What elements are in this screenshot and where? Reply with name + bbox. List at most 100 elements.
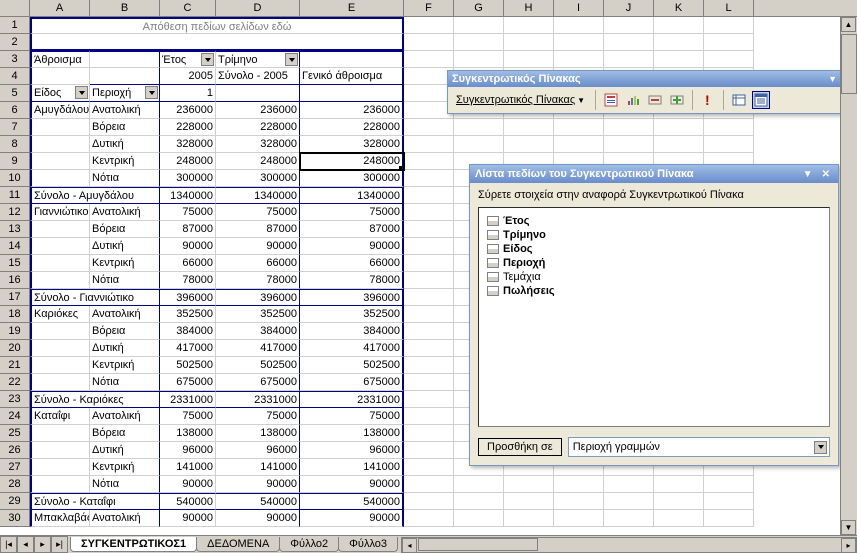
field-list-item[interactable]: Έτος	[483, 214, 825, 228]
include-hidden-icon[interactable]	[730, 91, 748, 109]
kind-cell[interactable]	[30, 476, 90, 493]
pivot-field-list-pane[interactable]: Λίστα πεδίων του Συγκεντρωτικού Πίνακα ▼…	[469, 164, 839, 466]
region-cell[interactable]: Δυτική	[90, 442, 160, 459]
cell[interactable]	[404, 340, 454, 357]
kind-cell[interactable]	[30, 221, 90, 238]
value-cell[interactable]: 90000	[160, 476, 216, 493]
cell[interactable]	[654, 136, 704, 153]
value-cell[interactable]: 75000	[300, 204, 404, 221]
value-cell[interactable]: 352500	[216, 306, 300, 323]
cell[interactable]	[404, 408, 454, 425]
row-header[interactable]: 18	[0, 306, 30, 323]
value-cell[interactable]: 300000	[160, 170, 216, 187]
row-header[interactable]: 25	[0, 425, 30, 442]
kind-cell[interactable]	[30, 238, 90, 255]
chevron-down-icon[interactable]	[75, 86, 88, 99]
value-cell[interactable]: 248000	[216, 153, 300, 170]
pivot-field-button[interactable]: Είδος	[30, 85, 90, 102]
value-cell[interactable]: 675000	[160, 374, 216, 391]
col-header[interactable]: J	[604, 0, 654, 16]
cell[interactable]	[404, 34, 454, 51]
row-header[interactable]: 8	[0, 136, 30, 153]
cell[interactable]	[454, 493, 504, 510]
region-cell[interactable]: Βόρεια	[90, 119, 160, 136]
value-cell[interactable]: 78000	[300, 272, 404, 289]
first-sheet-icon[interactable]: |◂	[0, 536, 17, 553]
cell[interactable]	[654, 51, 704, 68]
subtotal-cell[interactable]: 540000	[300, 493, 404, 510]
scroll-left-icon[interactable]: ◂	[402, 538, 417, 553]
cell[interactable]	[554, 136, 604, 153]
value-cell[interactable]: 90000	[216, 476, 300, 493]
cell[interactable]	[404, 306, 454, 323]
cell[interactable]	[654, 510, 704, 527]
region-cell[interactable]: Ανατολική	[90, 204, 160, 221]
value-cell[interactable]: 328000	[160, 136, 216, 153]
kind-cell[interactable]	[30, 442, 90, 459]
subtotal-cell[interactable]: 396000	[160, 289, 216, 306]
value-cell[interactable]: 96000	[216, 442, 300, 459]
value-cell[interactable]: 228000	[216, 119, 300, 136]
cell[interactable]	[300, 85, 404, 102]
cell[interactable]	[216, 85, 300, 102]
kind-cell[interactable]	[30, 357, 90, 374]
value-cell[interactable]: 228000	[300, 119, 404, 136]
region-cell[interactable]: Δυτική	[90, 340, 160, 357]
col-header[interactable]: K	[654, 0, 704, 16]
cell[interactable]	[654, 493, 704, 510]
row-header[interactable]: 14	[0, 238, 30, 255]
col-header[interactable]: I	[554, 0, 604, 16]
field-list-item[interactable]: Τρίμηνο	[483, 228, 825, 242]
value-cell[interactable]: 502500	[216, 357, 300, 374]
cell[interactable]	[454, 34, 504, 51]
field-list-item[interactable]: Περιοχή	[483, 256, 825, 270]
kind-cell[interactable]	[30, 136, 90, 153]
row-header[interactable]: 23	[0, 391, 30, 408]
kind-cell[interactable]: Μπακλαβάς	[30, 510, 90, 527]
region-cell[interactable]: Κεντρική	[90, 459, 160, 476]
col-header[interactable]: D	[216, 0, 300, 16]
row-header[interactable]: 4	[0, 68, 30, 85]
cell[interactable]	[404, 357, 454, 374]
total-col-label[interactable]: Σύνολο - 2005	[216, 68, 300, 85]
row-header[interactable]: 15	[0, 255, 30, 272]
value-cell[interactable]: 138000	[160, 425, 216, 442]
cell[interactable]	[404, 459, 454, 476]
kind-cell[interactable]	[30, 272, 90, 289]
vertical-scrollbar[interactable]: ▲ ▼	[840, 17, 857, 535]
region-cell[interactable]: Νότια	[90, 170, 160, 187]
cell[interactable]	[604, 493, 654, 510]
value-cell[interactable]: 75000	[160, 408, 216, 425]
cell[interactable]	[604, 119, 654, 136]
cell[interactable]	[704, 493, 754, 510]
region-cell[interactable]: Ανατολική	[90, 510, 160, 527]
region-cell[interactable]: Βόρεια	[90, 221, 160, 238]
cell[interactable]	[454, 510, 504, 527]
value-cell[interactable]: 384000	[300, 323, 404, 340]
scroll-thumb[interactable]	[418, 538, 538, 551]
row-header[interactable]: 7	[0, 119, 30, 136]
subtotal-cell[interactable]: 2331000	[160, 391, 216, 408]
cell[interactable]	[704, 51, 754, 68]
region-cell[interactable]: Ανατολική	[90, 408, 160, 425]
field-list-item[interactable]: Πωλήσεις	[483, 284, 825, 298]
scroll-down-icon[interactable]: ▼	[841, 520, 856, 535]
cell[interactable]	[454, 136, 504, 153]
row-header[interactable]: 11	[0, 187, 30, 204]
region-cell[interactable]: Ανατολική	[90, 102, 160, 119]
kind-cell[interactable]	[30, 323, 90, 340]
value-cell[interactable]: 78000	[216, 272, 300, 289]
value-cell[interactable]: 75000	[216, 204, 300, 221]
row-header[interactable]: 17	[0, 289, 30, 306]
cell[interactable]	[404, 255, 454, 272]
chart-wizard-icon[interactable]	[624, 91, 642, 109]
value-cell[interactable]: 90000	[216, 510, 300, 527]
row-header[interactable]: 2	[0, 34, 30, 51]
value-cell[interactable]: 236000	[160, 102, 216, 119]
row-header[interactable]: 30	[0, 510, 30, 527]
cell[interactable]	[504, 51, 554, 68]
kind-cell[interactable]: Γιαννιώτικο	[30, 204, 90, 221]
cell[interactable]	[454, 51, 504, 68]
value-cell[interactable]: 66000	[300, 255, 404, 272]
prev-sheet-icon[interactable]: ◂	[17, 536, 34, 553]
